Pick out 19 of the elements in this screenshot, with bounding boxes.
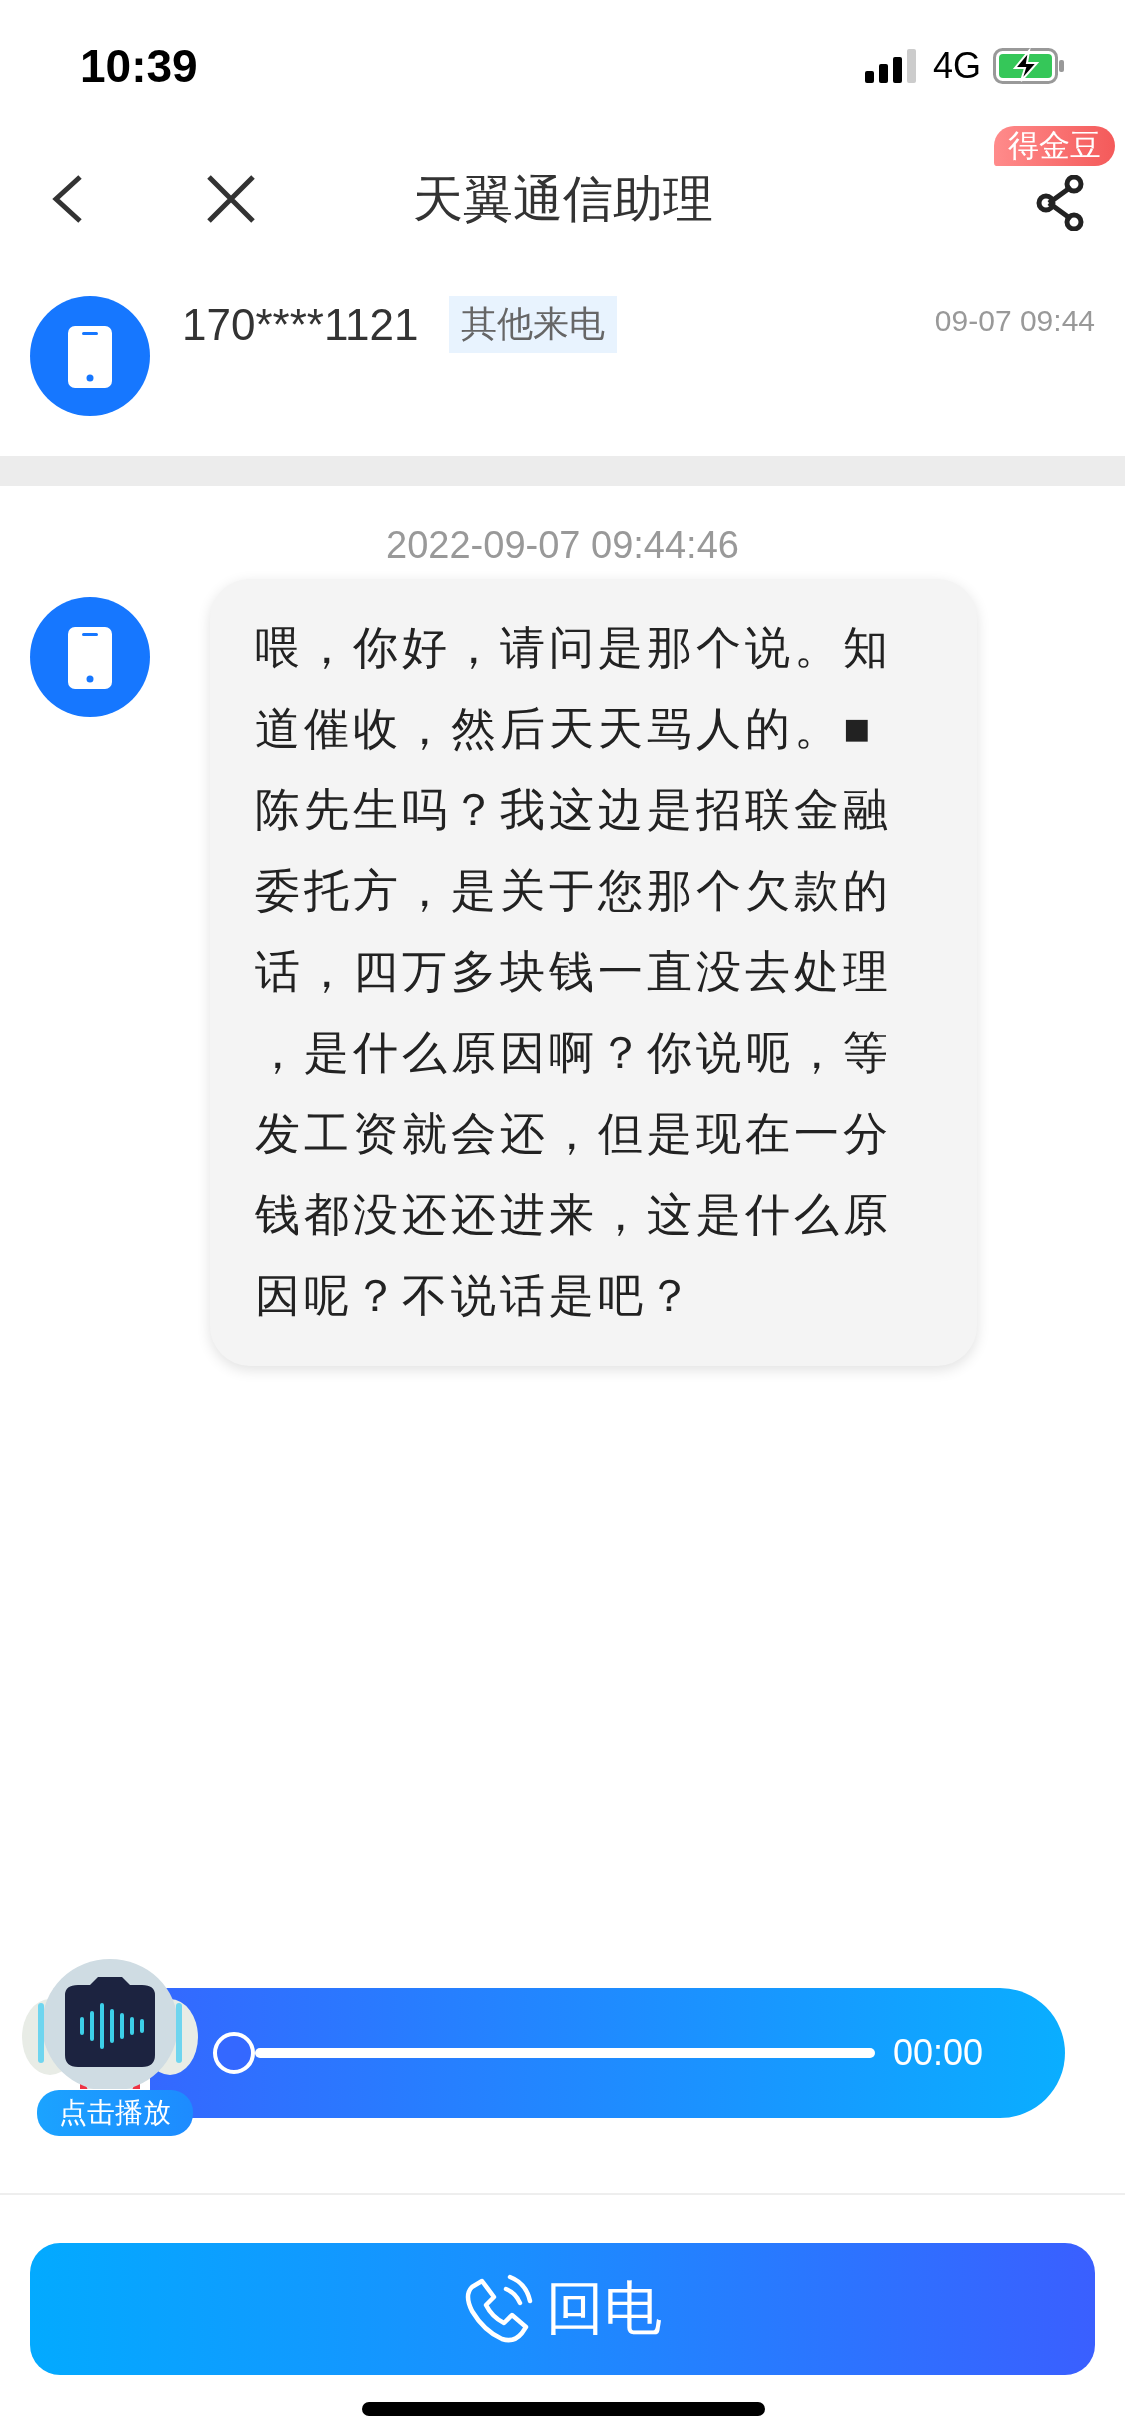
network-label: 4G <box>932 45 981 87</box>
transcript-bubble: 喂，你好，请问是那个说。知道催收，然后天天骂人的。■陈先生吗？我这边是招联金融委托方，是关于您那个欠款的话，四万多块钱一直没去处理，是什么原因啊？你说呃，等发工资就会还，但是现在一分钱都没还还进来，这是什么原因呢？不说话是吧？ <box>210 579 977 1366</box>
progress-thumb[interactable] <box>213 2032 255 2074</box>
battery-charging-icon <box>993 48 1065 84</box>
close-icon[interactable] <box>206 174 256 224</box>
call-time: 09-07 09:44 <box>934 304 1095 338</box>
play-button[interactable]: 点击播放 <box>37 2090 193 2136</box>
audio-time: 00:00 <box>893 2032 984 2074</box>
status-time: 10:39 <box>80 39 198 93</box>
call-type-tag: 其他来电 <box>448 296 617 353</box>
phone-avatar-icon <box>30 296 150 416</box>
reward-badge[interactable]: 得金豆 <box>994 126 1115 166</box>
message-timestamp: 2022-09-07 09:44:46 <box>385 523 740 568</box>
share-icon[interactable] <box>1035 175 1085 231</box>
caller-number: 170****1121 <box>182 299 419 350</box>
phone-icon <box>463 2273 534 2345</box>
phone-avatar-icon <box>30 597 150 717</box>
page-title: 天翼通信助理 <box>412 170 713 229</box>
call-back-button[interactable]: 回电 <box>30 2243 1095 2375</box>
